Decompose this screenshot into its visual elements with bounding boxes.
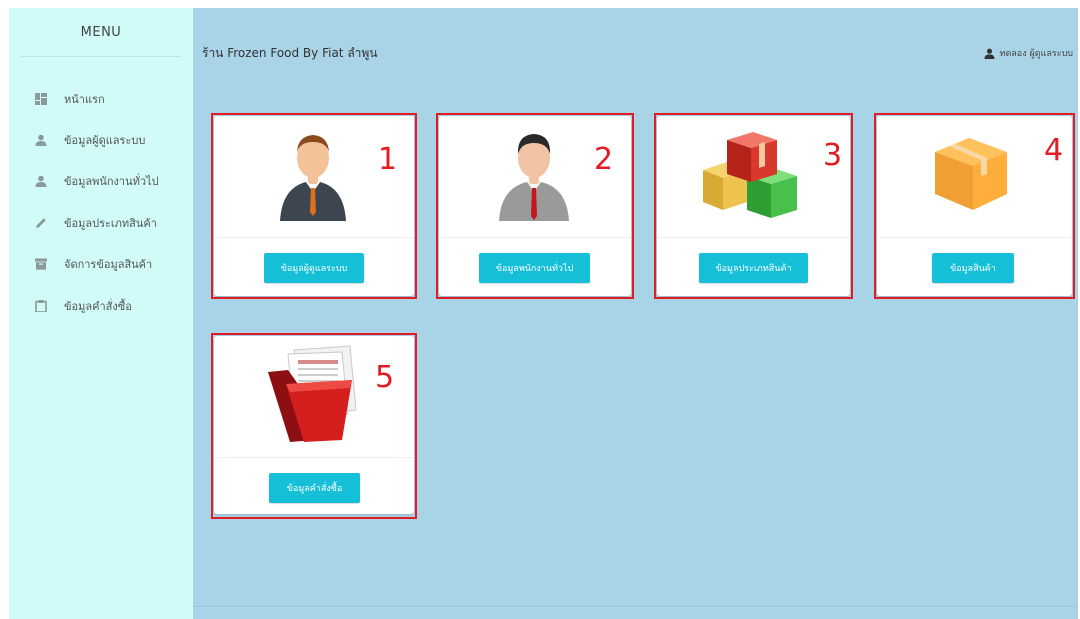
sidebar-item-categories[interactable]: ข้อมูลประเภทสินค้า xyxy=(9,202,193,243)
annotation-number-1: 1 xyxy=(378,142,398,177)
annotation-number-3: 3 xyxy=(823,138,843,173)
annotation-number-5: 5 xyxy=(375,360,395,395)
footer-divider xyxy=(193,606,1078,607)
sidebar-item-home[interactable]: หน้าแรก xyxy=(9,78,193,119)
sidebar-item-label: ข้อมูลผู้ดูแลระบบ xyxy=(64,134,146,148)
card-category: ข้อมูลประเภทสินค้า xyxy=(657,116,850,296)
card-image-area xyxy=(657,116,850,237)
app-frame: MENU หน้าแรก ข้อมูลผู้ดูแลระบบ ข้อมูลพนั… xyxy=(9,8,1078,619)
order-data-button[interactable]: ข้อมูลคำสั่งซื้อ xyxy=(269,473,360,503)
annotation-number-2: 2 xyxy=(594,142,614,177)
sidebar-item-label: หน้าแรก xyxy=(64,92,105,106)
page-title: ร้าน Frozen Food By Fiat ลำพูน xyxy=(202,46,378,60)
sidebar-item-products[interactable]: จัดการข้อมูลสินค้า xyxy=(9,244,193,285)
user-name: ทดลอง ผู้ดูแลระบบ xyxy=(999,49,1073,59)
sidebar-item-admins[interactable]: ข้อมูลผู้ดูแลระบบ xyxy=(9,119,193,160)
card-divider xyxy=(657,237,850,238)
card-product: ข้อมูลสินค้า xyxy=(877,116,1072,296)
archive-icon xyxy=(34,257,48,271)
dashboard-icon xyxy=(34,92,48,106)
product-data-button[interactable]: ข้อมูลสินค้า xyxy=(932,253,1014,283)
user-icon xyxy=(34,133,48,147)
admin-man-avatar-icon xyxy=(280,135,346,221)
orange-box-icon xyxy=(935,138,1007,210)
clipboard-icon xyxy=(34,299,48,313)
card-divider xyxy=(214,457,414,458)
category-data-button[interactable]: ข้อมูลประเภทสินค้า xyxy=(699,253,808,283)
sidebar-item-employees[interactable]: ข้อมูลพนักงานทั่วไป xyxy=(9,161,193,202)
card-image-area xyxy=(214,336,414,457)
menu-title: MENU xyxy=(80,25,122,40)
red-folder-icon xyxy=(268,345,357,442)
user-icon xyxy=(34,174,48,188)
user-menu[interactable]: ทดลอง ผู้ดูแลระบบ xyxy=(983,46,1073,60)
menu-divider xyxy=(21,56,181,57)
sidebar: MENU หน้าแรก ข้อมูลผู้ดูแลระบบ ข้อมูลพนั… xyxy=(9,8,193,619)
sidebar-item-label: ข้อมูลคำสั่งซื้อ xyxy=(64,299,132,313)
colored-boxes-icon xyxy=(703,132,797,218)
card-image-area xyxy=(877,116,1072,237)
sidebar-item-label: ข้อมูลประเภทสินค้า xyxy=(64,216,157,230)
card-divider xyxy=(439,237,631,238)
user-icon xyxy=(983,48,995,59)
card-divider xyxy=(214,237,414,238)
sidebar-item-orders[interactable]: ข้อมูลคำสั่งซื้อ xyxy=(9,285,193,326)
card-divider xyxy=(877,237,1072,238)
sidebar-item-label: ข้อมูลพนักงานทั่วไป xyxy=(64,175,159,189)
employee-man-avatar-icon xyxy=(499,134,569,221)
sidebar-item-label: จัดการข้อมูลสินค้า xyxy=(64,258,153,272)
employee-data-button[interactable]: ข้อมูลพนักงานทั่วไป xyxy=(479,253,590,283)
admin-data-button[interactable]: ข้อมูลผู้ดูแลระบบ xyxy=(264,253,364,283)
annotation-number-4: 4 xyxy=(1044,133,1064,168)
menu-list: หน้าแรก ข้อมูลผู้ดูแลระบบ ข้อมูลพนักงานท… xyxy=(9,78,193,326)
pencil-icon xyxy=(34,216,48,230)
